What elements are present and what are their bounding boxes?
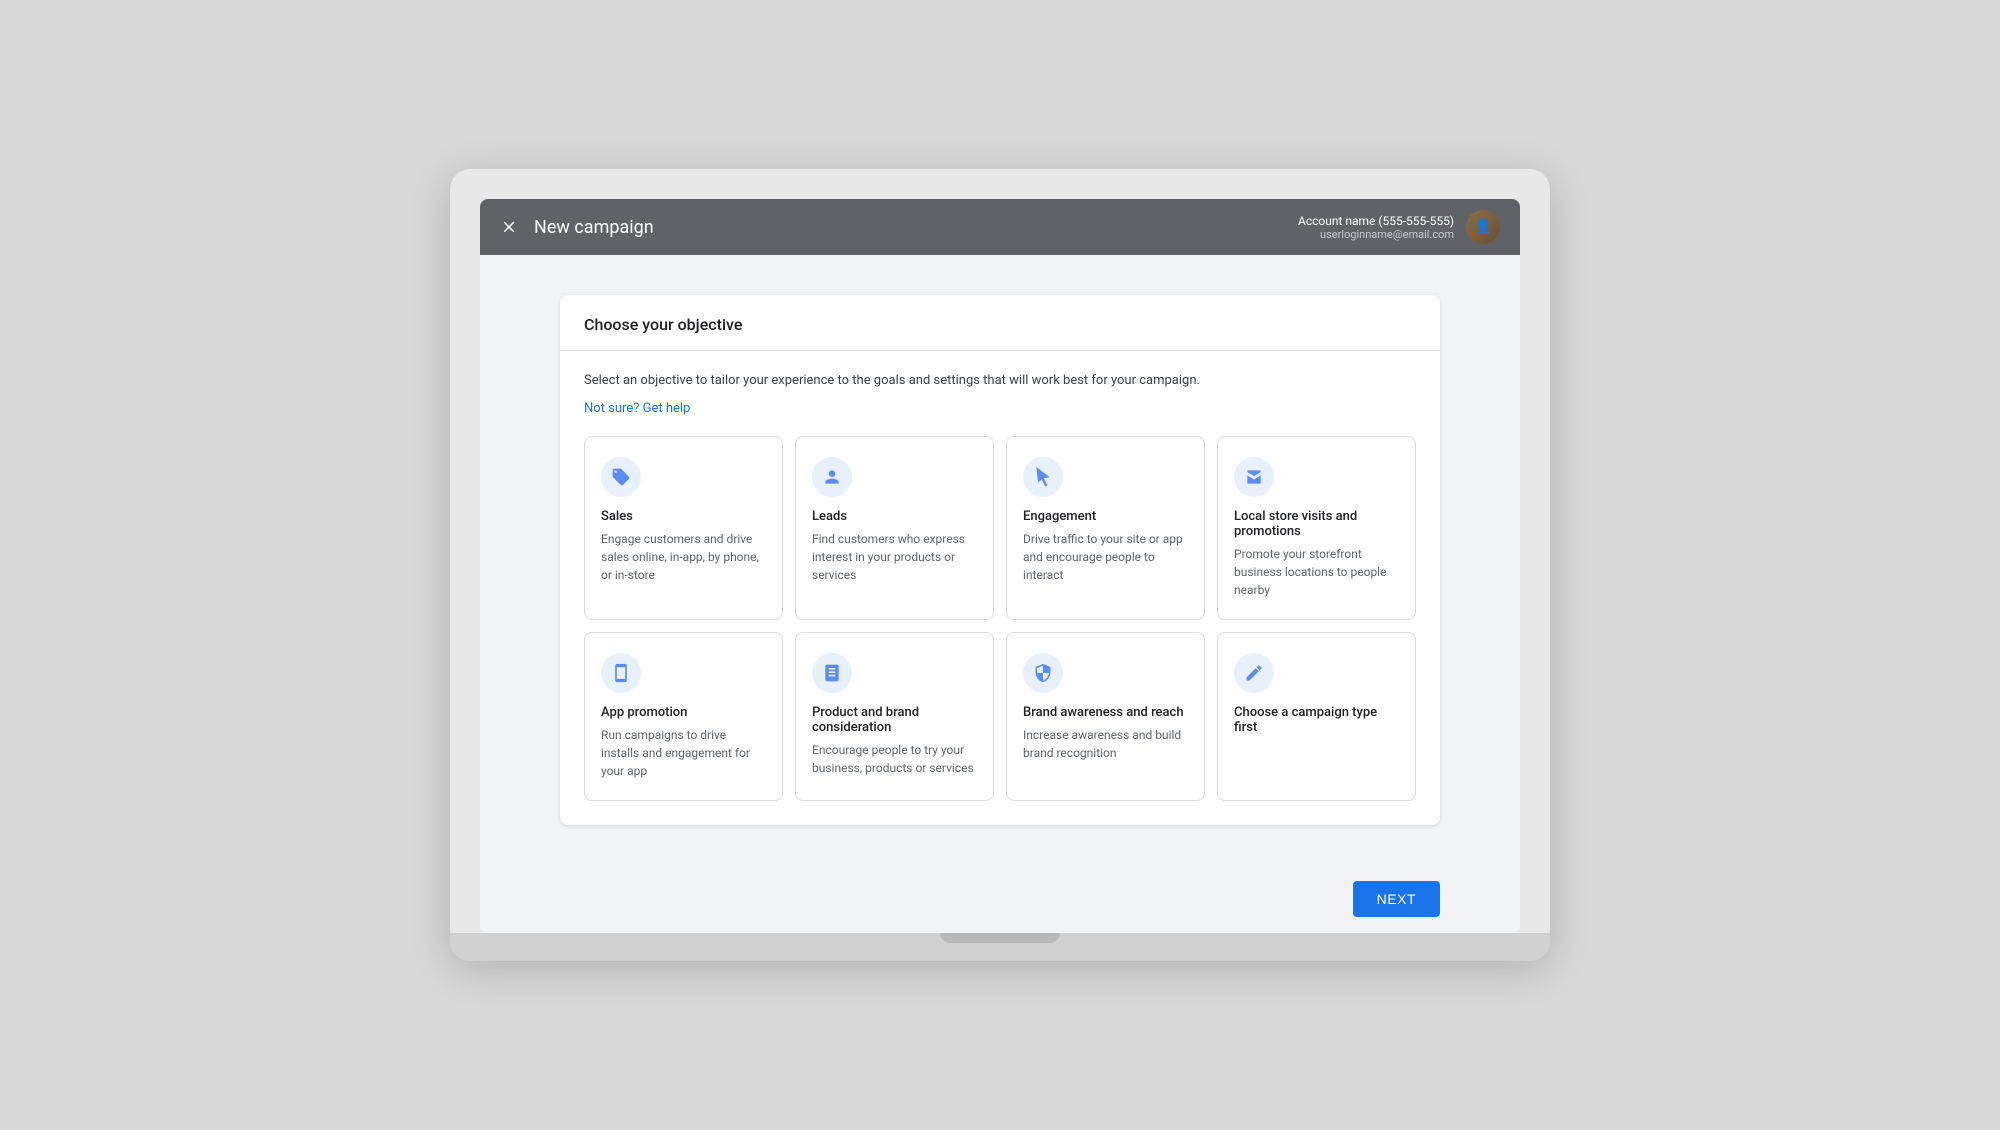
account-email: userloginname@email.com [1298,228,1454,241]
main-content: Choose your objective Select an objectiv… [480,255,1520,865]
option-card-leads[interactable]: Leads Find customers who express interest… [795,436,994,620]
option-card-product-brand[interactable]: Product and brand consideration Encourage… [795,632,994,801]
product-brand-icon [812,653,852,693]
app-header: New campaign Account name (555-555-555) … [480,199,1520,255]
option-title-brand-awareness: Brand awareness and reach [1023,705,1188,720]
laptop-base [450,933,1550,961]
option-title-leads: Leads [812,509,977,524]
leads-icon [812,457,852,497]
option-desc-sales: Engage customers and drive sales online,… [601,530,766,584]
card-description: Select an objective to tailor your exper… [584,371,1416,391]
option-card-app-promotion[interactable]: App promotion Run campaigns to drive inst… [584,632,783,801]
account-name: Account name (555-555-555) [1298,214,1454,228]
card-body: Select an objective to tailor your exper… [560,351,1440,825]
option-title-choose-type: Choose a campaign type first [1234,705,1399,735]
option-card-sales[interactable]: Sales Engage customers and drive sales on… [584,436,783,620]
account-info: Account name (555-555-555) userloginname… [1298,214,1454,241]
avatar-image: 👤 [1466,210,1500,244]
option-desc-app-promotion: Run campaigns to drive installs and enga… [601,726,766,780]
card-header: Choose your objective [560,295,1440,351]
choose-type-icon [1234,653,1274,693]
card-title: Choose your objective [584,315,742,334]
option-desc-local-store: Promote your storefront business locatio… [1234,545,1399,599]
options-grid: Sales Engage customers and drive sales on… [584,436,1416,801]
option-title-sales: Sales [601,509,766,524]
option-title-local-store: Local store visits and promotions [1234,509,1399,539]
app-promotion-icon [601,653,641,693]
option-card-local-store[interactable]: Local store visits and promotions Promote… [1217,436,1416,620]
objective-card: Choose your objective Select an objectiv… [560,295,1440,825]
header-right: Account name (555-555-555) userloginname… [1298,210,1500,244]
sales-icon [601,457,641,497]
option-desc-engagement: Drive traffic to your site or app and en… [1023,530,1188,584]
avatar[interactable]: 👤 [1466,210,1500,244]
option-title-app-promotion: App promotion [601,705,766,720]
laptop-frame: New campaign Account name (555-555-555) … [450,169,1550,961]
close-button[interactable] [500,218,518,236]
local-store-icon [1234,457,1274,497]
option-desc-brand-awareness: Increase awareness and build brand recog… [1023,726,1188,762]
laptop-screen: New campaign Account name (555-555-555) … [480,199,1520,933]
option-title-engagement: Engagement [1023,509,1188,524]
help-link[interactable]: Not sure? Get help [584,401,690,416]
option-desc-product-brand: Encourage people to try your business, p… [812,741,977,777]
brand-awareness-icon [1023,653,1063,693]
option-card-engagement[interactable]: Engagement Drive traffic to your site or … [1006,436,1205,620]
page-title: New campaign [534,217,654,238]
option-card-brand-awareness[interactable]: Brand awareness and reach Increase awaren… [1006,632,1205,801]
footer: NEXT [480,865,1520,933]
option-desc-leads: Find customers who express interest in y… [812,530,977,584]
next-button[interactable]: NEXT [1353,881,1440,917]
option-card-choose-type[interactable]: Choose a campaign type first [1217,632,1416,801]
option-title-product-brand: Product and brand consideration [812,705,977,735]
header-left: New campaign [500,217,654,238]
engagement-icon [1023,457,1063,497]
